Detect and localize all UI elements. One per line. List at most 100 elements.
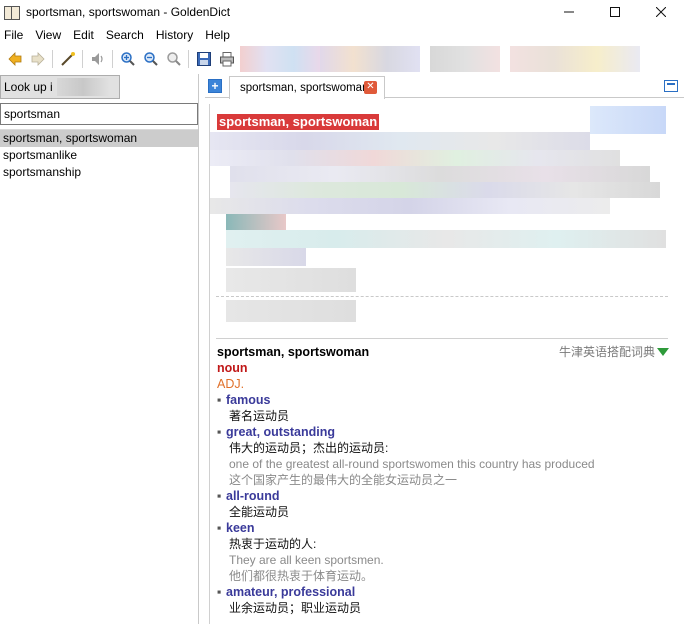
obscured-dictionary-group <box>56 78 109 96</box>
zoom-in-button[interactable] <box>117 48 139 70</box>
collocation-item: ▪ famous <box>217 392 669 408</box>
obscured-toolbar-region <box>510 46 640 72</box>
maximize-icon <box>610 7 620 17</box>
obscured-content <box>226 214 286 230</box>
bullet: ▪ <box>217 521 222 535</box>
obscured-content <box>226 300 356 322</box>
close-button[interactable] <box>638 0 684 24</box>
collocation-word: amateur, professional <box>226 585 356 599</box>
example-translation: 这个国家产生的最伟大的全能女运动员之一 <box>229 473 458 487</box>
obscured-content <box>230 182 660 198</box>
obscured-toolbar-region <box>430 46 500 72</box>
translation: 热衷于运动的人: <box>229 537 317 551</box>
new-tab-button[interactable]: + <box>208 79 222 93</box>
forward-button[interactable] <box>27 48 49 70</box>
collocation-item: ▪ keen <box>217 520 669 536</box>
dictionary-entry: sportsman, sportswoman 牛津英语搭配词典 noun ADJ… <box>217 344 669 616</box>
collocation-item: ▪ great, outstanding <box>217 424 669 440</box>
article-view: sportsman, sportswoman sportsman, sports… <box>209 104 675 624</box>
bullet: ▪ <box>217 393 222 407</box>
dictionary-name[interactable]: 牛津英语搭配词典 <box>559 344 669 360</box>
highlighted-headword: sportsman, sportswoman <box>217 114 380 130</box>
obscured-dictionary-header <box>590 106 666 134</box>
minimize-icon <box>564 11 574 13</box>
menu-history[interactable]: History <box>150 28 199 42</box>
bullet: ▪ <box>217 585 222 599</box>
printer-icon <box>220 52 234 67</box>
menu-file[interactable]: File <box>0 28 29 42</box>
book-icon <box>4 5 20 20</box>
print-button[interactable] <box>216 48 238 70</box>
collocation-item: ▪ all-round <box>217 488 669 504</box>
translation: 业余运动员；职业运动员 <box>229 601 362 615</box>
collocation-word: great, outstanding <box>226 425 336 439</box>
arrow-right-icon <box>31 52 45 66</box>
bullet: ▪ <box>217 489 222 503</box>
title-bar: sportsman, sportswoman - GoldenDict <box>0 0 684 24</box>
obscured-content <box>210 198 610 214</box>
translation: 著名运动员 <box>229 409 290 423</box>
collapse-triangle-icon[interactable] <box>657 348 669 356</box>
obscured-content <box>230 166 650 182</box>
collocation-word: keen <box>226 521 255 535</box>
section-label: ADJ. <box>217 377 245 391</box>
list-item[interactable]: sportsmanlike <box>0 147 198 164</box>
article-panel: + sportsman, sportswoman ✕ sportsman, sp… <box>205 74 684 624</box>
plus-icon: + <box>211 79 219 93</box>
collocation-item: ▪ amateur, professional <box>217 584 669 600</box>
zoom-reset-button[interactable] <box>163 48 185 70</box>
list-item[interactable]: sportsmanship <box>0 164 198 181</box>
window-title: sportsman, sportswoman - GoldenDict <box>26 5 231 19</box>
menu-search[interactable]: Search <box>100 28 150 42</box>
arrow-left-icon <box>8 52 22 66</box>
pronounce-button[interactable] <box>87 48 109 70</box>
tabs-list-button[interactable] <box>664 80 678 92</box>
part-of-speech: noun <box>217 361 248 375</box>
dictionary-separator <box>216 338 668 339</box>
dictionary-name-label: 牛津英语搭配词典 <box>558 345 655 359</box>
menu-view[interactable]: View <box>29 28 67 42</box>
search-input[interactable] <box>0 103 198 125</box>
minimize-button[interactable] <box>546 0 592 24</box>
menu-help[interactable]: Help <box>199 28 236 42</box>
menu-edit[interactable]: Edit <box>67 28 100 42</box>
obscured-content <box>226 248 306 266</box>
lookup-in-button[interactable]: Look up i <box>0 75 120 99</box>
zoom-out-icon <box>144 52 158 66</box>
close-icon <box>656 7 666 17</box>
close-icon: ✕ <box>366 81 375 92</box>
back-button[interactable] <box>4 48 26 70</box>
zoom-in-icon <box>121 52 135 66</box>
entry-divider <box>216 296 668 297</box>
obscured-toolbar-region <box>240 46 320 72</box>
floppy-disk-icon <box>197 52 211 66</box>
magic-wand-icon <box>61 52 75 66</box>
scan-popup-button[interactable] <box>57 48 79 70</box>
word-list-panel: Look up i sportsman, sportswoman sportsm… <box>0 74 199 624</box>
obscured-content <box>210 150 620 166</box>
menu-bar: File View Edit Search History Help <box>0 25 684 45</box>
toolbar-separator <box>112 50 113 68</box>
tab-close-button[interactable]: ✕ <box>364 81 377 94</box>
obscured-toolbar-region <box>320 46 420 72</box>
word-list: sportsman, sportswoman sportsmanlike spo… <box>0 129 198 181</box>
example-translation: 他们都很热衷于体育运动。 <box>229 569 374 583</box>
example-sentence: one of the greatest all-round sportswome… <box>229 457 595 471</box>
obscured-content <box>226 268 356 292</box>
tab-article[interactable]: sportsman, sportswoman ✕ <box>229 76 385 99</box>
zoom-reset-icon <box>167 52 181 66</box>
list-item[interactable]: sportsman, sportswoman <box>0 130 198 147</box>
obscured-content <box>210 132 590 150</box>
zoom-out-button[interactable] <box>140 48 162 70</box>
speaker-icon <box>92 53 103 65</box>
save-article-button[interactable] <box>193 48 215 70</box>
tab-label: sportsman, sportswoman <box>240 82 369 94</box>
lookup-in-label: Look up i <box>4 80 53 94</box>
maximize-button[interactable] <box>592 0 638 24</box>
tab-bar: + sportsman, sportswoman ✕ <box>205 74 684 99</box>
collocation-word: all-round <box>226 489 280 503</box>
translation: 全能运动员 <box>229 505 290 519</box>
translation: 伟大的运动员；杰出的运动员: <box>229 441 389 455</box>
bullet: ▪ <box>217 425 222 439</box>
example-sentence: They are all keen sportsmen. <box>229 553 384 567</box>
